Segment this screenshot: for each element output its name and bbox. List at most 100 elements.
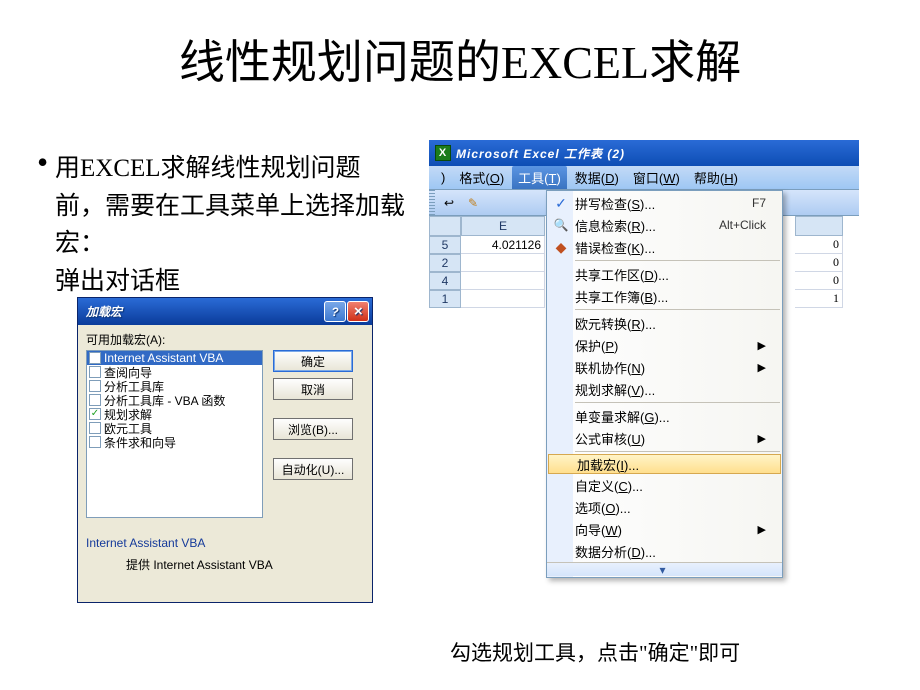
- tools-menu-item[interactable]: 保护(P)▶: [547, 334, 782, 356]
- menu-item-label: 共享工作区(D)...: [575, 265, 766, 284]
- blank-icon: [551, 314, 571, 332]
- chevron-right-icon: ▶: [758, 523, 766, 536]
- blank-icon: [551, 336, 571, 354]
- cell[interactable]: 0: [795, 254, 843, 272]
- cell[interactable]: [461, 272, 545, 290]
- cancel-button[interactable]: 取消: [273, 378, 353, 400]
- menu-separator: [575, 451, 780, 452]
- menu-separator: [575, 260, 780, 261]
- cell[interactable]: [461, 254, 545, 272]
- menu-separator: [575, 402, 780, 403]
- menu-item-label: 共享工作簿(B)...: [575, 287, 766, 306]
- blank-icon: [551, 429, 571, 447]
- tools-menu-item[interactable]: 向导(W)▶: [547, 518, 782, 540]
- col-g-strip: 0001: [795, 216, 843, 308]
- blank-icon: [551, 287, 571, 305]
- tools-menu-item[interactable]: 🔍信息检索(R)...Alt+Click: [547, 214, 782, 236]
- menu-item-label: 欧元转换(R)...: [575, 314, 766, 333]
- menu-shortcut: F7: [752, 196, 766, 210]
- tools-menu: ✓拼写检查(S)...F7🔍信息检索(R)...Alt+Click◆错误检查(K…: [546, 190, 783, 578]
- checkbox-icon[interactable]: [89, 366, 101, 378]
- excel-title-text: Microsoft Excel 工作表 (2): [456, 145, 625, 162]
- row-header[interactable]: 4: [429, 272, 461, 290]
- tools-menu-item[interactable]: 公式审核(U)▶: [547, 427, 782, 449]
- menu-item[interactable]: 工具(T): [512, 166, 567, 189]
- menu-item[interactable]: 窗口(W): [627, 166, 686, 189]
- bullet-text: • 用EXCEL求解线性规划问题前，需要在工具菜单上选择加载宏： 弹出对话框: [55, 150, 405, 300]
- checkbox-icon[interactable]: [89, 422, 101, 434]
- chevron-right-icon: ▶: [758, 361, 766, 374]
- menu-item[interactable]: 帮助(H): [688, 166, 744, 189]
- tools-menu-item[interactable]: ◆错误检查(K)...: [547, 236, 782, 258]
- addin-listbox[interactable]: Internet Assistant VBA查阅向导分析工具库分析工具库 - V…: [86, 350, 263, 518]
- row-header[interactable]: 5: [429, 236, 461, 254]
- tools-menu-item[interactable]: 共享工作区(D)...: [547, 263, 782, 285]
- chevron-right-icon: ▶: [758, 339, 766, 352]
- tools-menu-item[interactable]: 自定义(C)...: [547, 474, 782, 496]
- menu-item-label: 保护(P): [575, 336, 758, 355]
- menu-separator: [575, 309, 780, 310]
- row-header[interactable]: 2: [429, 254, 461, 272]
- close-button[interactable]: ×: [347, 301, 369, 322]
- addin-item[interactable]: 条件求和向导: [87, 435, 262, 449]
- blank-icon: [551, 542, 571, 560]
- menu-item-label: 单变量求解(G)...: [575, 407, 766, 426]
- addin-dialog: 加载宏 ? × 可用加载宏(A): Internet Assistant VBA…: [77, 297, 373, 603]
- blank-icon: [551, 407, 571, 425]
- slide-title: 线性规划问题的EXCEL求解: [0, 0, 920, 92]
- browse-button[interactable]: 浏览(B)...: [273, 418, 353, 440]
- menu-expand-icon[interactable]: ▾: [547, 562, 782, 576]
- tools-menu-item[interactable]: 欧元转换(R)...: [547, 312, 782, 334]
- menu-item-label: 加载宏(I)...: [577, 455, 764, 474]
- tools-menu-item[interactable]: 单变量求解(G)...: [547, 405, 782, 427]
- checkbox-icon[interactable]: ✓: [89, 408, 101, 420]
- tools-menu-item[interactable]: 选项(O)...: [547, 496, 782, 518]
- menu-item-label: 自定义(C)...: [575, 476, 766, 495]
- menu-item-label: 信息检索(R)...: [575, 216, 719, 235]
- checkbox-icon[interactable]: [89, 394, 101, 406]
- cell[interactable]: 4.021126: [461, 236, 545, 254]
- menu-item-label: 选项(O)...: [575, 498, 766, 517]
- addin-titlebar[interactable]: 加载宏 ? ×: [78, 298, 372, 325]
- cell[interactable]: [461, 290, 545, 308]
- tools-menu-item[interactable]: ✓拼写检查(S)...F7: [547, 192, 782, 214]
- menu-item[interactable]: 格式(O): [453, 166, 510, 189]
- brush-icon[interactable]: ✎: [463, 193, 483, 213]
- row-header[interactable]: 1: [429, 290, 461, 308]
- automation-button[interactable]: 自动化(U)...: [273, 458, 353, 480]
- cell[interactable]: 1: [795, 290, 843, 308]
- checkbox-icon[interactable]: [89, 380, 101, 392]
- menu-item[interactable]: ): [435, 168, 451, 187]
- tools-menu-item[interactable]: 规划求解(V)...: [547, 378, 782, 400]
- spell-icon: ✓: [551, 194, 571, 212]
- menu-item-label: 错误检查(K)...: [575, 238, 766, 257]
- tools-menu-item[interactable]: 数据分析(D)...: [547, 540, 782, 562]
- tools-menu-item[interactable]: 共享工作簿(B)...: [547, 285, 782, 307]
- addin-desc-title: Internet Assistant VBA: [86, 536, 364, 550]
- research-icon: 🔍: [551, 216, 571, 234]
- blank-icon: [551, 380, 571, 398]
- addin-item-label: 条件求和向导: [104, 434, 176, 451]
- col-header-E[interactable]: E: [461, 216, 545, 236]
- checkbox-icon[interactable]: [89, 352, 101, 364]
- menu-item[interactable]: 数据(D): [569, 166, 625, 189]
- menu-item-label: 联机协作(N): [575, 358, 758, 377]
- tools-menu-item[interactable]: 加载宏(I)...: [548, 454, 781, 474]
- cell[interactable]: 0: [795, 236, 843, 254]
- blank-icon: [551, 498, 571, 516]
- excel-menubar[interactable]: )格式(O)工具(T)数据(D)窗口(W)帮助(H): [429, 166, 919, 190]
- blank-icon: [551, 265, 571, 283]
- chevron-right-icon: ▶: [758, 432, 766, 445]
- tools-menu-item[interactable]: 联机协作(N)▶: [547, 356, 782, 378]
- blank-icon: [551, 476, 571, 494]
- ok-button[interactable]: 确定: [273, 350, 353, 372]
- cell[interactable]: 0: [795, 272, 843, 290]
- excel-titlebar: X Microsoft Excel 工作表 (2): [429, 140, 919, 166]
- menu-item-label: 数据分析(D)...: [575, 542, 766, 561]
- menu-item-label: 向导(W): [575, 520, 758, 539]
- help-button[interactable]: ?: [324, 301, 346, 322]
- checkbox-icon[interactable]: [89, 436, 101, 448]
- undo-icon[interactable]: ↩: [439, 193, 459, 213]
- select-all-corner[interactable]: [429, 216, 461, 236]
- addin-list-label: 可用加载宏(A):: [86, 331, 364, 348]
